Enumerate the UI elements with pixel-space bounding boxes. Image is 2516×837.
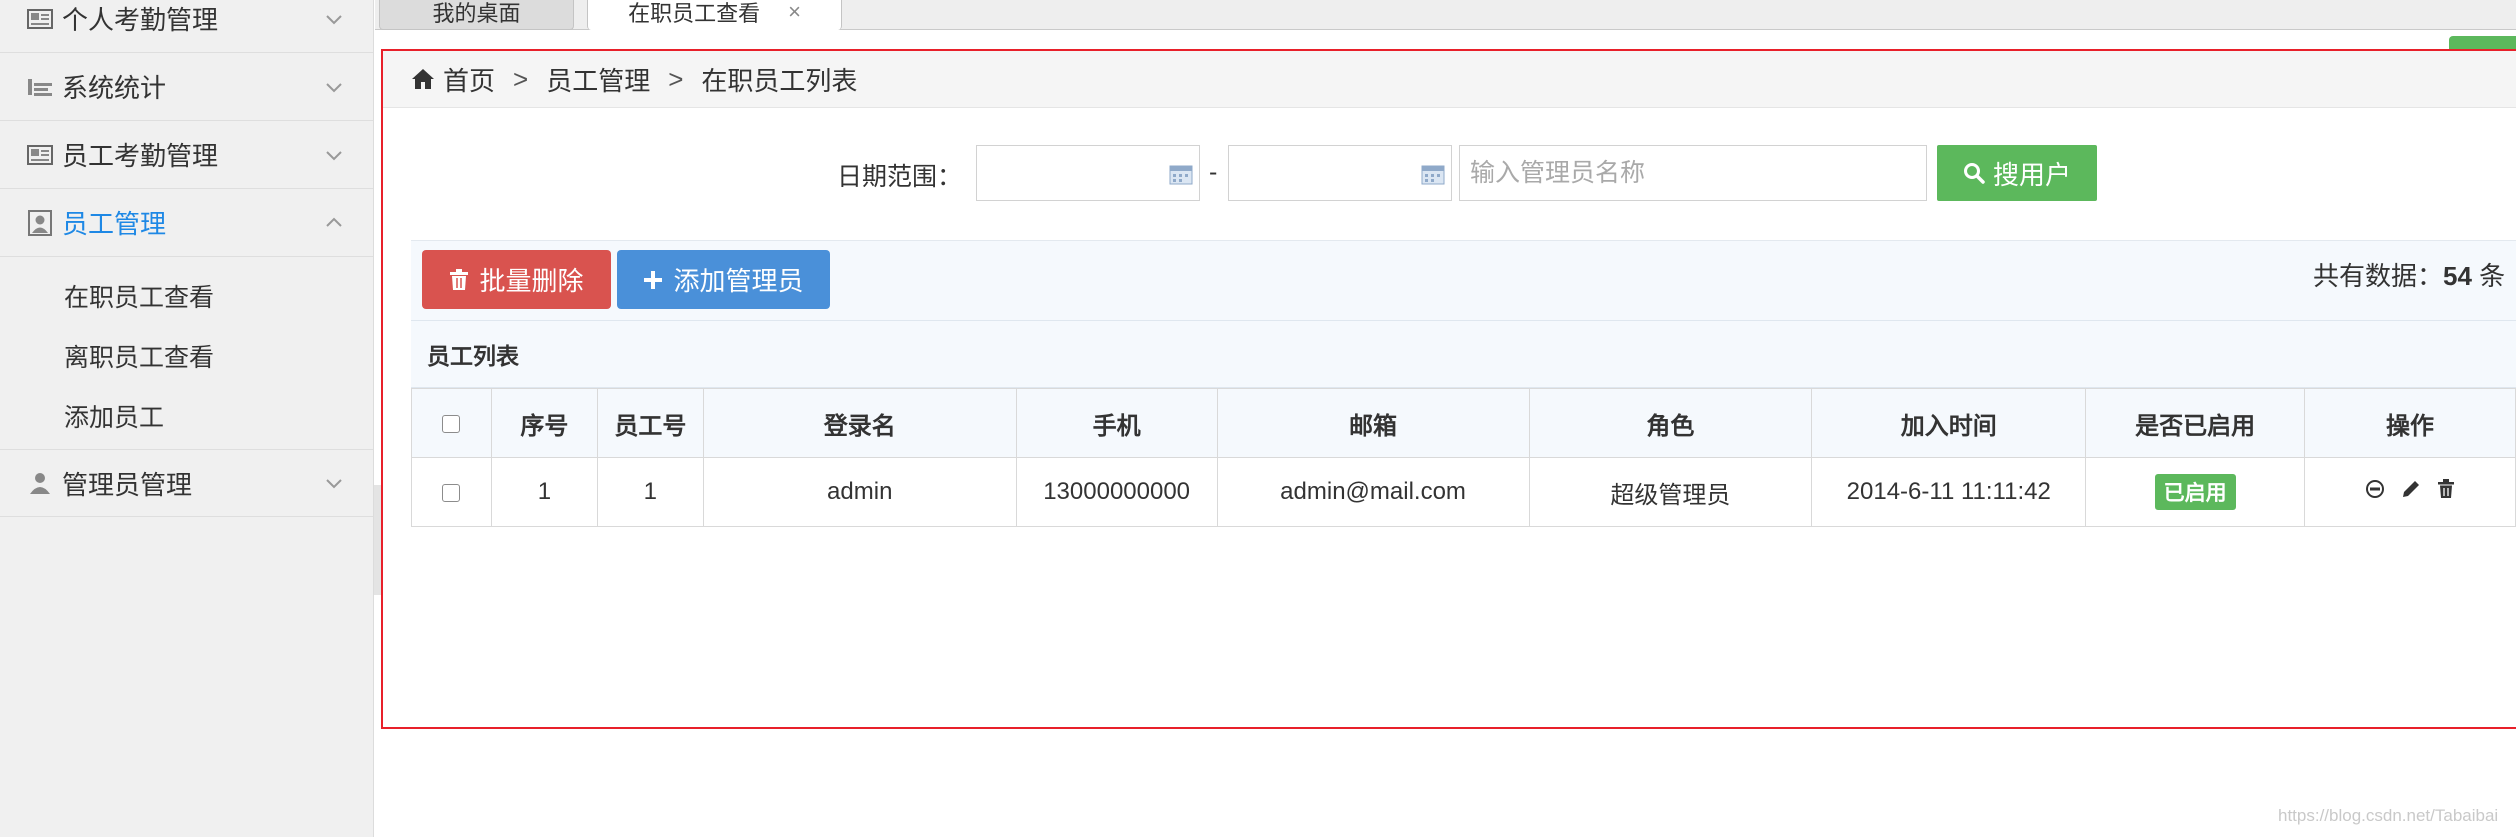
breadcrumb-level1[interactable]: 员工管理	[546, 61, 650, 98]
column-header: 操作	[2304, 388, 2516, 458]
record-count-suffix: 条	[2479, 261, 2506, 291]
bar-chart-icon	[26, 76, 54, 98]
tab-label: 在职员工查看	[628, 1, 761, 26]
record-count-value: 54	[2443, 261, 2472, 291]
status-badge: 已启用	[2154, 474, 2236, 510]
breadcrumb-current: 在职员工列表	[701, 65, 858, 96]
calendar-icon	[1169, 165, 1193, 185]
column-header: 是否已启用	[2085, 388, 2306, 458]
table-row: 1 1 admin 13000000000 admin@mail.com 超级管…	[411, 457, 2516, 527]
cell-login-name: admin	[702, 457, 1017, 527]
cell-actions	[2304, 457, 2516, 527]
batch-delete-button[interactable]: 批量删除	[422, 250, 611, 309]
column-header: 邮箱	[1216, 388, 1530, 458]
date-range-label: 日期范围：	[837, 163, 963, 191]
employee-table: 序号 员工号 登录名 手机 邮箱 角色 加入时间 是否已启用 操作 1 1 ad…	[411, 388, 2516, 527]
start-date-input[interactable]	[976, 145, 1200, 201]
select-all-cell	[411, 388, 492, 458]
sidebar-item-label: 管理员管理	[62, 469, 193, 500]
cell-role: 超级管理员	[1528, 457, 1813, 527]
column-header: 登录名	[702, 388, 1017, 458]
table-caption: 员工列表	[411, 320, 2516, 388]
sidebar-subitem-resigned-employees[interactable]: 离职员工查看	[64, 338, 214, 374]
sidebar: 个人考勤管理 系统统计 员工考勤管理 员工管理 在职员工查看 离职员工查看 添加…	[0, 0, 374, 837]
plus-icon	[644, 270, 663, 289]
home-icon	[412, 69, 434, 89]
sidebar-item-staff-attendance[interactable]: 员工考勤管理	[0, 121, 373, 189]
column-header: 员工号	[596, 388, 704, 458]
cell-status: 已启用	[2085, 457, 2306, 527]
select-all-checkbox[interactable]	[442, 414, 461, 433]
cell-join-time: 2014-6-11 11:11:42	[1811, 457, 2087, 527]
add-admin-button[interactable]: 添加管理员	[617, 250, 830, 309]
breadcrumb-separator: >	[513, 63, 529, 94]
chevron-up-icon	[326, 217, 342, 227]
admin-name-search-input[interactable]	[1459, 145, 1927, 201]
calendar-icon	[1421, 165, 1445, 185]
row-select-cell	[411, 457, 492, 527]
chevron-down-icon	[326, 479, 342, 489]
row-checkbox[interactable]	[442, 483, 461, 502]
table-header-row: 序号 员工号 登录名 手机 邮箱 角色 加入时间 是否已启用 操作	[411, 388, 2516, 458]
tab-active-employees[interactable]: 在职员工查看 ×	[587, 0, 842, 30]
chevron-down-icon	[326, 82, 342, 92]
column-header: 加入时间	[1811, 388, 2087, 458]
sidebar-item-label: 系统统计	[62, 73, 167, 103]
close-icon[interactable]: ×	[788, 0, 801, 25]
sidebar-item-personal-attendance[interactable]: 个人考勤管理	[0, 0, 373, 53]
breadcrumb-separator: >	[668, 63, 684, 94]
image-card-icon	[26, 8, 54, 30]
breadcrumb: 首页 > 员工管理 > 在职员工列表	[383, 51, 2516, 108]
chevron-down-icon	[326, 150, 342, 160]
sidebar-subitem-active-employees[interactable]: 在职员工查看	[64, 278, 214, 314]
image-card-icon	[26, 144, 54, 166]
tab-label: 我的桌面	[432, 0, 521, 26]
search-user-button[interactable]: 搜用户	[1937, 145, 2097, 201]
sidebar-item-admin-management[interactable]: 管理员管理	[0, 449, 373, 517]
chevron-down-icon	[326, 14, 342, 24]
watermark: https://blog.csdn.net/Tabaibai	[2278, 806, 2499, 825]
end-date-input[interactable]	[1228, 145, 1452, 201]
breadcrumb-home[interactable]: 首页	[443, 61, 495, 98]
trash-icon[interactable]	[2437, 479, 2455, 499]
tab-bar: 我的桌面 在职员工查看 ×	[375, 0, 2516, 30]
user-icon	[26, 472, 54, 494]
record-count-prefix: 共有数据：	[2313, 261, 2444, 291]
sidebar-item-label: 个人考勤管理	[62, 5, 219, 35]
cell-employee-number: 1	[596, 457, 704, 527]
tab-desktop[interactable]: 我的桌面	[379, 0, 574, 30]
search-button-label: 搜用户	[1992, 159, 2071, 190]
edit-icon[interactable]	[2401, 479, 2421, 499]
column-header: 角色	[1528, 388, 1813, 458]
cell-email: admin@mail.com	[1216, 457, 1530, 527]
sidebar-item-label: 员工管理	[62, 209, 167, 239]
sidebar-item-employee-management[interactable]: 员工管理	[0, 189, 373, 257]
batch-delete-label: 批量删除	[479, 266, 584, 296]
date-range-dash: -	[1209, 158, 1218, 186]
user-card-icon	[26, 209, 54, 236]
trash-icon	[450, 268, 469, 290]
cell-index: 1	[490, 457, 598, 527]
sidebar-item-system-stats[interactable]: 系统统计	[0, 53, 373, 121]
add-admin-label: 添加管理员	[673, 266, 804, 296]
column-header: 序号	[490, 388, 598, 458]
cell-phone: 13000000000	[1015, 457, 1218, 527]
sidebar-subitem-add-employee[interactable]: 添加员工	[64, 398, 164, 434]
search-icon	[1963, 163, 1985, 184]
sidebar-item-label: 员工考勤管理	[62, 141, 219, 171]
record-count: 共有数据：54 条	[2313, 256, 2505, 293]
column-header: 手机	[1015, 388, 1218, 458]
disable-icon[interactable]	[2365, 479, 2385, 499]
